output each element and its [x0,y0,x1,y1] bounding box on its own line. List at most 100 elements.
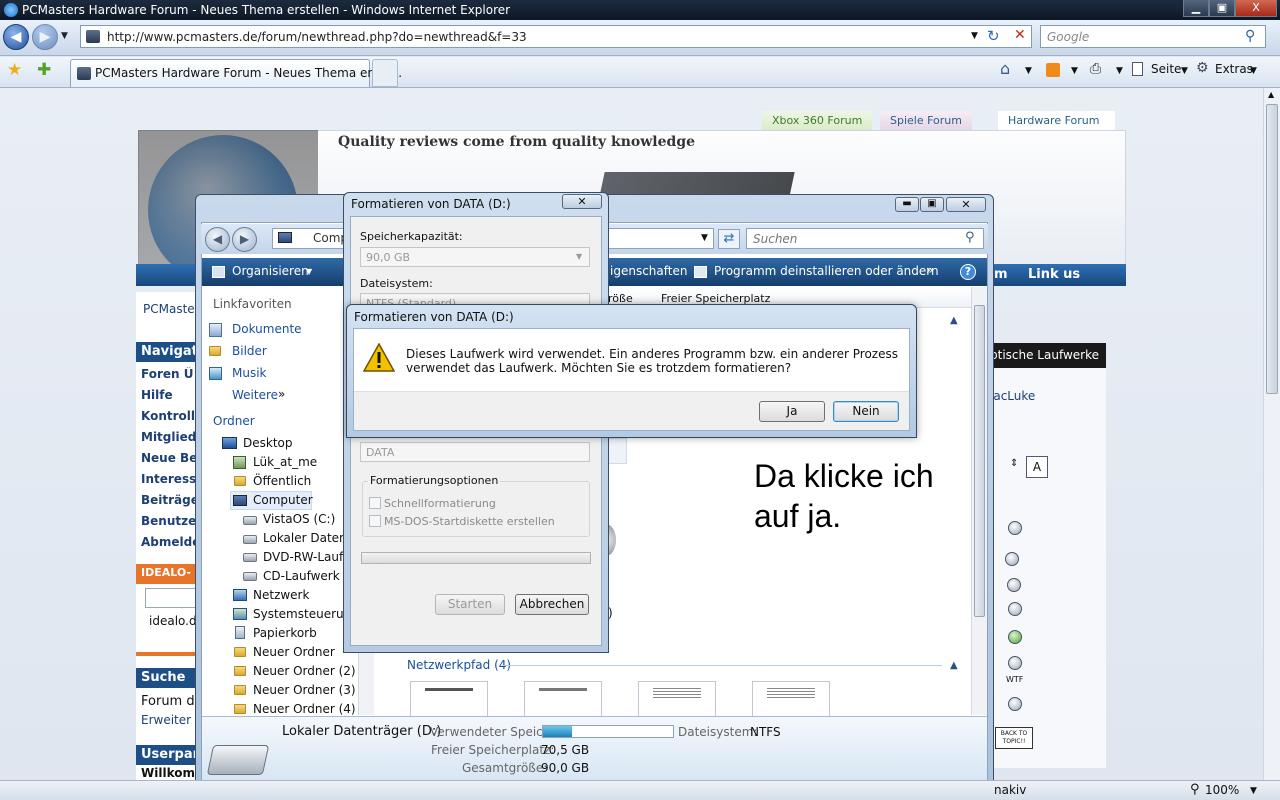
thread-user-link[interactable]: lacLuke [990,389,1035,403]
tree-neuer-ordner-3[interactable]: Neuer Ordner (3) [253,683,356,697]
organize-menu[interactable]: Organisieren [232,264,309,278]
sidebar-link-benutzer[interactable]: Benutze [141,514,196,528]
close-button[interactable]: X [1235,0,1277,17]
explorer-search-input[interactable]: Suchen ⚲ [746,228,984,249]
sidebar-link-foren[interactable]: Foren Ü [141,367,196,381]
explorer-forward-button[interactable]: ▶ [232,227,257,252]
properties-button[interactable]: igenschaften [610,264,687,278]
tab-xbox-forum[interactable]: Xbox 360 Forum [762,111,873,131]
tree-neuer-ordner[interactable]: Neuer Ordner [253,645,335,659]
favorite-dokumente[interactable]: Dokumente [232,322,302,336]
forward-button[interactable]: ▶ [32,24,58,50]
sidebar-link-abmelden[interactable]: Abmelde [141,535,196,549]
sidebar-link-neue-beitraege[interactable]: Neue Be [141,451,196,465]
tab-active[interactable]: PCMasters Hardware Forum - Neues Thema e… [70,59,402,87]
home-icon[interactable]: ⌂ [1000,59,1010,78]
smiley-icon[interactable] [1008,521,1022,535]
idealo-input[interactable] [145,588,196,608]
link-us-link[interactable]: Link us [1028,267,1080,282]
breadcrumb[interactable]: PCMaster [143,302,196,316]
tab-spiele-forum[interactable]: Spiele Forum [880,111,972,131]
tab-hardware-forum[interactable]: Hardware Forum [998,111,1115,131]
refresh-icon[interactable]: ↻ [987,27,1000,45]
uninstall-button[interactable]: Programm deinstallieren oder ändern [714,264,939,278]
tree-desktop[interactable]: Desktop [243,436,293,450]
stop-icon[interactable]: ✕ [1014,27,1026,43]
quick-format-checkbox[interactable] [369,497,381,509]
home-dropdown-icon[interactable]: ▼ [1025,66,1032,76]
tree-luk-at-me[interactable]: Lük_at_me [253,455,317,469]
minimize-button[interactable]: ▁ [1183,0,1209,17]
capacity-dropdown-icon[interactable]: ▼ [576,252,582,261]
scroll-thumb[interactable] [1266,104,1278,394]
zoom-dropdown-icon[interactable]: ▼ [1250,786,1257,796]
tree-cd-laufwerk[interactable]: CD-Laufwerk (F [263,569,355,583]
no-button[interactable]: Nein [833,401,899,422]
rss-dropdown-icon[interactable]: ▼ [1071,66,1078,76]
explorer-back-button[interactable]: ◀ [205,227,230,252]
extras-dropdown-icon[interactable]: ▼ [1250,66,1257,76]
more-commands-button[interactable]: » [926,263,933,277]
scroll-up-icon[interactable]: ▲ [1268,90,1274,99]
print-dropdown-icon[interactable]: ▼ [1116,66,1123,76]
favorite-musik[interactable]: Musik [232,366,267,380]
back-button[interactable]: ◀ [3,24,29,50]
erweiterte-suche-link[interactable]: Erweiter [141,713,196,727]
favorite-bilder[interactable]: Bilder [232,344,267,358]
explorer-maximize-button[interactable]: ▣ [920,197,944,212]
tree-neuer-ordner-2[interactable]: Neuer Ordner (2) [253,664,356,678]
sort-icon[interactable]: ⇕ [1010,458,1018,469]
help-icon[interactable]: ? [960,264,976,280]
tree-netzwerk[interactable]: Netzwerk [253,588,309,602]
favorites-more-chevron-icon[interactable]: » [278,387,285,401]
explorer-refresh-icon[interactable]: ⇄ [718,229,740,249]
address-bar[interactable]: http://www.pcmasters.de/forum/newthread.… [80,25,1032,48]
network-group-header[interactable]: Netzwerkpfad (4) [407,658,511,672]
network-item-thumbnail[interactable] [410,681,488,717]
suche-input[interactable]: Forum d [141,694,196,709]
favorites-more[interactable]: Weitere [232,388,278,402]
font-size-icon[interactable]: A [1026,456,1048,478]
explorer-minimize-button[interactable]: ▬ [895,197,919,212]
smiley-back-to-topic-sign[interactable]: BACK TO TOPIC!! [995,727,1033,749]
sidebar-link-hilfe[interactable]: Hilfe [141,388,196,402]
print-icon[interactable]: ⎙ [1090,61,1101,77]
volume-label-input[interactable]: DATA [360,442,590,462]
forum-nav-frag[interactable]: m [994,267,1008,282]
group-collapse-icon[interactable]: ▲ [950,315,958,326]
address-dropdown-icon[interactable]: ▼ [971,31,978,41]
folders-header[interactable]: Ordner [213,414,255,428]
smiley-icon[interactable] [1008,656,1022,670]
add-favorite-icon[interactable]: ✚ [37,60,51,80]
explorer-search-icon[interactable]: ⚲ [965,230,975,245]
yes-button[interactable]: Ja [759,401,825,422]
extras-menu[interactable]: Extras [1215,62,1253,76]
page-scrollbar[interactable]: ▲ [1263,88,1280,780]
sidebar-link-beitraege[interactable]: Beiträge [141,493,196,507]
smiley-icon[interactable] [1005,552,1019,566]
format-dialog-close-button[interactable]: ✕ [562,194,602,209]
tree-vistaos-c[interactable]: VistaOS (C:) [263,512,335,526]
msdos-checkbox[interactable] [369,515,381,527]
smiley-icon[interactable] [1007,578,1021,592]
search-icon[interactable]: ⚲ [1245,28,1255,44]
rss-feed-icon[interactable] [1046,63,1060,77]
tree-neuer-ordner-4[interactable]: Neuer Ordner (4) [253,702,356,716]
smiley-icon[interactable] [1008,697,1022,711]
smiley-icon[interactable] [1008,630,1022,644]
capacity-select[interactable]: 90,0 GB ▼ [360,247,590,267]
explorer-address-dropdown-icon[interactable]: ▼ [701,233,708,243]
organize-dropdown-icon[interactable]: ▼ [306,267,312,276]
sidebar-link-mitglieder[interactable]: Mitglied [141,430,196,444]
history-dropdown-icon[interactable]: ▼ [61,31,68,41]
address-text[interactable]: http://www.pcmasters.de/forum/newthread.… [107,30,527,44]
favorites-star-icon[interactable]: ★ [7,60,22,80]
smiley-icon[interactable] [1008,602,1022,616]
tree-dvd-rw-laufwerk[interactable]: DVD-RW-Laufw [263,550,353,564]
page-menu[interactable]: Seite [1151,62,1181,76]
sidebar-link-kontrollzentrum[interactable]: Kontroll [141,409,196,423]
zoom-icon[interactable]: ⚲ [1190,782,1200,797]
tree-computer[interactable]: Computer [253,493,313,507]
tree-oeffentlich[interactable]: Öffentlich [253,474,311,488]
zoom-level[interactable]: 100% [1205,783,1239,797]
